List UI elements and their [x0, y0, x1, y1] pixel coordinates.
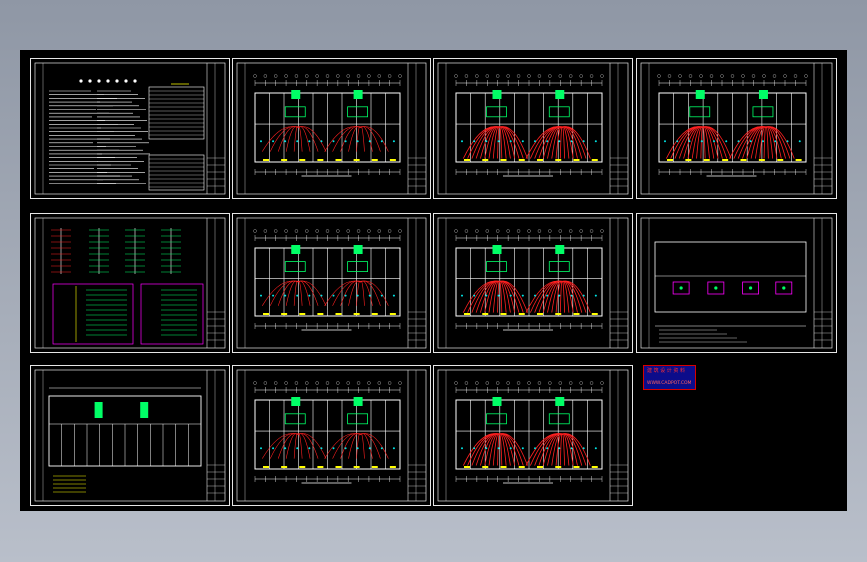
drawing-sheet-floor-plan-6[interactable] [232, 365, 431, 506]
drawing-sheet-floor-plan-7[interactable] [433, 365, 633, 506]
sheet-graphics [437, 369, 629, 502]
stamp-url: WWW.CADPOT.COM [647, 381, 692, 386]
drawing-sheet-floor-plan-4[interactable] [232, 213, 431, 353]
cad-modelspace[interactable]: 建 筑 设 计 资 料 WWW.CADPOT.COM [20, 50, 847, 511]
watermark-stamp[interactable]: 建 筑 设 计 资 料 WWW.CADPOT.COM [643, 365, 696, 390]
drawing-sheet-design-notes[interactable] [30, 58, 230, 199]
sheet-graphics [437, 62, 629, 195]
sheet-graphics [437, 217, 629, 349]
drawing-sheet-floor-plan-1[interactable] [232, 58, 431, 199]
sheet-graphics [34, 369, 226, 502]
stamp-title: 建 筑 设 计 资 料 [647, 368, 685, 374]
sheet-graphics [236, 217, 427, 349]
sheet-graphics [640, 62, 833, 195]
drawing-sheet-system-diagram[interactable] [30, 213, 230, 353]
sheet-graphics [640, 217, 833, 349]
sheet-graphics [34, 62, 226, 195]
drawing-sheet-floor-plan-5[interactable] [433, 213, 633, 353]
sheet-graphics [236, 62, 427, 195]
drawing-sheet-roof-plan[interactable] [636, 213, 837, 353]
drawing-sheet-floor-plan-2[interactable] [433, 58, 633, 199]
drawing-sheet-basement-plan[interactable] [30, 365, 230, 506]
sheet-graphics [236, 369, 427, 502]
drawing-sheet-floor-plan-3[interactable] [636, 58, 837, 199]
sheet-graphics [34, 217, 226, 349]
